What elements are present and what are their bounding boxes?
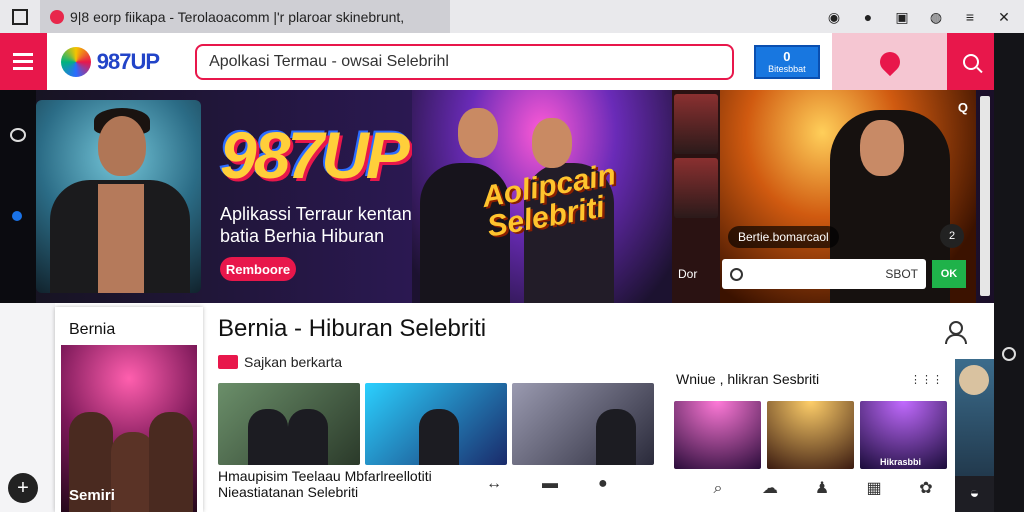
mini-search-value: SBOT xyxy=(885,267,918,281)
location-pin-icon[interactable] xyxy=(875,47,904,76)
chat-icon[interactable]: ◍ xyxy=(928,9,944,25)
user-icon[interactable] xyxy=(944,321,967,345)
browser-icons: ◉ ● ▣ ◍ ≡ ✕ xyxy=(826,9,1012,25)
blue-button-top: 0 xyxy=(783,49,791,64)
subheading: Sajkan berkarta xyxy=(218,354,342,370)
arrows-icon[interactable]: ↔ xyxy=(486,475,502,493)
concert-grid: Hikrasbbi xyxy=(674,401,947,469)
content-area: + Bernia Semiri Bernia - Hiburan Selebri… xyxy=(0,303,994,512)
round-button[interactable]: 2 xyxy=(940,224,964,248)
thumb-photo[interactable] xyxy=(674,94,718,154)
folder-icon[interactable]: ▬ xyxy=(542,475,558,493)
concert-card-caption: Hikrasbbi xyxy=(880,457,922,467)
bottom-nav: ⌕ ☁ ♟ ▦ ✿ xyxy=(706,477,938,501)
header-search-button[interactable] xyxy=(947,33,994,90)
media-grid xyxy=(218,383,654,465)
comment-icon[interactable] xyxy=(10,128,26,142)
menu-button[interactable] xyxy=(0,33,47,90)
logo-mark-icon xyxy=(60,46,91,77)
users-icon[interactable]: ♟ xyxy=(810,477,834,501)
concert-q-label: Q xyxy=(957,100,968,115)
logo-text: 987UP xyxy=(96,48,160,74)
radio-icon[interactable] xyxy=(1002,347,1016,361)
subheading-text: Sajkan berkarta xyxy=(244,354,343,370)
active-dot-icon xyxy=(12,211,22,221)
right-photo-strip: ◒ xyxy=(955,359,994,512)
browser-bar: 9|8 eorp fiikapa - Terolaoacomm |'r plar… xyxy=(0,0,1024,33)
hero-banner: 987UP Aplikassi Terraur kentan Wertian b… xyxy=(0,90,994,303)
avatar[interactable] xyxy=(959,365,989,395)
badge-icon xyxy=(218,355,238,369)
right-rail xyxy=(994,90,1024,512)
left-gutter: + xyxy=(0,303,55,512)
media-nav: ↔ ▬ ● xyxy=(486,475,608,493)
window-icon[interactable]: ▣ xyxy=(894,9,910,25)
search-icon[interactable]: ⌕ xyxy=(706,477,730,501)
media-card[interactable] xyxy=(365,383,507,465)
concert-card[interactable] xyxy=(674,401,761,469)
thumbs-column: Dor xyxy=(672,90,720,303)
thumb-photo[interactable] xyxy=(674,158,718,218)
hero-scrollbar[interactable] xyxy=(980,96,990,296)
hero-brand: 987UP xyxy=(220,118,410,192)
settings-icon[interactable]: ✿ xyxy=(914,477,938,501)
close-icon[interactable]: ✕ xyxy=(996,9,1012,25)
square-icon[interactable] xyxy=(12,8,28,25)
browser-tab[interactable]: 9|8 eorp fiikapa - Terolaoacomm |'r plar… xyxy=(40,0,450,33)
thumb-label: Dor xyxy=(678,267,698,281)
blue-action-button[interactable]: 0 Bitesbbat xyxy=(753,44,821,79)
header-actions xyxy=(832,33,948,90)
concert-card[interactable] xyxy=(767,401,854,469)
hero-left-rail xyxy=(0,90,36,303)
concert-card[interactable]: Hikrasbbi xyxy=(860,401,947,469)
media-card[interactable] xyxy=(218,383,360,465)
tune-icon[interactable]: ≡ xyxy=(962,9,978,25)
section-title: Wniue , hlikran Sesbriti xyxy=(676,371,820,387)
search-input[interactable]: Apolkasi Termau - owsai Selebrihl xyxy=(195,43,734,80)
concert-pill[interactable]: Bertie.bomarcaol xyxy=(728,226,839,248)
site-logo[interactable]: 987UP xyxy=(60,46,160,77)
calendar-icon[interactable]: ▦ xyxy=(862,477,886,501)
tab-title: 9|8 eorp fiikapa - Terolaoacomm |'r plar… xyxy=(70,8,405,25)
media-card[interactable] xyxy=(512,383,654,465)
app-root: 9|8 eorp fiikapa - Terolaoacomm |'r plar… xyxy=(0,0,1024,512)
favicon-icon xyxy=(50,9,64,24)
side-card-caption: Semiri xyxy=(69,487,115,504)
media-caption: Hmaupisim Teelaau Mbfarlreellotiti Nieas… xyxy=(218,468,432,500)
go-button[interactable]: OK xyxy=(932,260,966,288)
site-header: 987UP Apolkasi Termau - owsai Selebrihl … xyxy=(0,33,994,90)
shield-icon[interactable]: ◉ xyxy=(826,9,842,25)
add-button[interactable]: + xyxy=(8,473,38,503)
cloud-icon[interactable]: ☁ xyxy=(758,477,782,501)
right-rail-top xyxy=(994,33,1024,90)
blue-button-bottom: Bitesbbat xyxy=(768,64,806,74)
search-icon xyxy=(962,53,979,70)
hero-cta-button[interactable]: Remboore xyxy=(220,257,296,281)
side-card-title: Bernia xyxy=(69,321,116,338)
hero-celebrity-photo xyxy=(36,100,201,293)
search-icon xyxy=(730,267,743,281)
badge-icon[interactable]: ● xyxy=(860,9,876,25)
more-icon[interactable]: ⋮⋮⋮ xyxy=(910,373,943,386)
person-icon[interactable]: ● xyxy=(598,475,608,493)
side-card[interactable]: Bernia Semiri xyxy=(55,307,203,512)
page-title: Bernia - Hiburan Selebriti xyxy=(218,315,487,342)
mini-search-input[interactable]: SBOT xyxy=(722,259,926,289)
profile-button[interactable]: ◒ xyxy=(955,476,994,512)
